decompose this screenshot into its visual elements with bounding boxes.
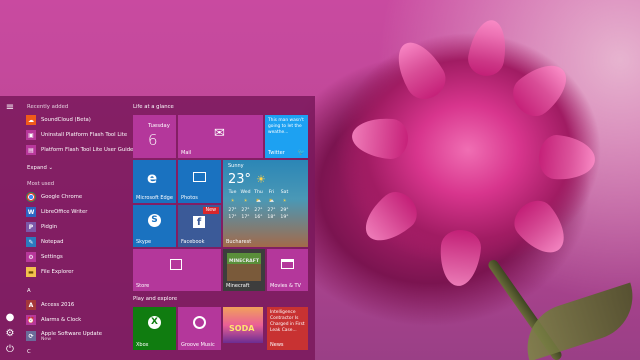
tile-minecraft[interactable]: MINECRAFT Minecraft — [223, 249, 265, 291]
weather-lows-row: 17° 17° 16° 18° 19° — [228, 215, 289, 220]
expand-link[interactable]: Expand ⌄ — [27, 165, 53, 171]
partly-cloudy-icon: ⛅ — [255, 199, 262, 204]
app-settings[interactable]: ⚙ Settings — [26, 251, 126, 263]
group-life-at-a-glance: Life at a glance — [133, 104, 174, 110]
weather-highs-row: 27° 27° 27° 27° 29° — [228, 208, 289, 213]
app-uninstall-flash-tool[interactable]: ▣ Uninstall Platform Flash Tool Lite — [26, 129, 127, 141]
tile-photos[interactable]: Photos — [178, 160, 221, 203]
soundcloud-icon: ☁ — [26, 115, 36, 125]
user-icon[interactable]: ● — [4, 312, 16, 324]
sun-icon: ☀ — [243, 199, 248, 204]
guide-icon: ▤ — [26, 145, 36, 155]
tile-news[interactable]: Intelligence Contractor Is Charged in Fi… — [267, 307, 308, 350]
app-google-chrome[interactable]: Google Chrome — [26, 191, 126, 203]
tile-skype[interactable]: S Skype — [133, 205, 176, 247]
tile-twitter[interactable]: This man wasn't going to let the weathe.… — [265, 115, 308, 158]
app-libreoffice-writer[interactable]: W LibreOffice Writer — [26, 206, 126, 218]
uninstall-icon: ▣ — [26, 130, 36, 140]
tile-movies-tv[interactable]: Movies & TV — [267, 249, 308, 291]
app-access-2016[interactable]: A Access 2016 — [26, 299, 126, 311]
partly-cloudy-icon: ⛅ — [268, 199, 275, 204]
edge-icon: e — [147, 169, 158, 187]
tile-weather[interactable]: Sunny 23° ☀ Tue Wed Thu Fri Sat ☀ ☀ ⛅ ⛅ ☀ 27° 27°… — [223, 160, 308, 247]
app-file-explorer[interactable]: ▬ File Explorer — [26, 266, 126, 278]
store-bag-icon — [170, 259, 182, 270]
start-rail: ≡ ● ⚙ ⏻ — [0, 96, 20, 360]
pidgin-icon: P — [26, 222, 36, 232]
hamburger-menu-icon[interactable]: ≡ — [4, 102, 16, 114]
minecraft-logo: MINECRAFT — [227, 253, 261, 281]
sun-icon: ☀ — [256, 173, 266, 186]
section-recently-added: Recently added — [27, 104, 69, 110]
section-letter-a[interactable]: A — [27, 288, 31, 294]
tile-facebook[interactable]: New f Facebook — [178, 205, 221, 247]
app-list: Recently added ☁ SoundCloud (Beta) ▣ Uni… — [20, 96, 133, 360]
section-most-used: Most used — [27, 181, 55, 187]
weather-days-row: Tue Wed Thu Fri Sat — [228, 190, 289, 195]
tile-mail[interactable]: ✉ Mail — [178, 115, 263, 158]
writer-icon: W — [26, 207, 36, 217]
power-icon[interactable]: ⏻ — [4, 344, 16, 356]
access-icon: A — [26, 300, 36, 310]
start-menu: ≡ ● ⚙ ⏻ Recently added ☁ SoundCloud (Bet… — [0, 96, 315, 360]
tile-candy-crush-soda[interactable]: SODA — [223, 307, 265, 350]
tile-store[interactable]: Store — [133, 249, 221, 291]
apple-update-icon: ⟳ — [26, 331, 36, 341]
groove-disc-icon — [193, 316, 206, 329]
sun-icon: ☀ — [230, 199, 235, 204]
mail-icon: ✉ — [214, 126, 225, 141]
settings-gear-icon[interactable]: ⚙ — [4, 328, 16, 340]
section-letter-c[interactable]: C — [27, 349, 31, 355]
notepad-icon: ✎ — [26, 237, 36, 247]
twitter-bird-icon: 🐦 — [297, 149, 305, 156]
app-notepad[interactable]: ✎ Notepad — [26, 236, 126, 248]
group-play-and-explore: Play and explore — [133, 296, 178, 302]
weather-icons-row: ☀ ☀ ⛅ ⛅ ☀ — [226, 199, 306, 204]
tile-groove-music[interactable]: Groove Music — [178, 307, 221, 350]
settings-icon: ⚙ — [26, 252, 36, 262]
app-pidgin[interactable]: P Pidgin — [26, 221, 126, 233]
tile-xbox[interactable]: X Xbox — [133, 307, 176, 350]
app-flash-tool-guide[interactable]: ▤ Platform Flash Tool Lite User Guide — [26, 144, 133, 156]
sun-icon: ☀ — [282, 199, 287, 204]
xbox-icon: X — [148, 316, 161, 329]
new-badge: New — [202, 207, 219, 214]
tile-microsoft-edge[interactable]: e Microsoft Edge — [133, 160, 176, 203]
app-soundcloud[interactable]: ☁ SoundCloud (Beta) — [26, 114, 126, 126]
tile-calendar[interactable]: Tuesday 6 — [133, 115, 176, 158]
tiles-area: Life at a glance Tuesday 6 ✉ Mail This m… — [128, 96, 315, 360]
facebook-icon: f — [193, 216, 205, 228]
film-clapper-icon — [281, 259, 294, 269]
skype-icon: S — [148, 214, 161, 227]
candy-crush-soda-art: SODA — [223, 307, 263, 343]
app-apple-software-update[interactable]: ⟳ Apple Software Update New — [26, 328, 126, 344]
folder-icon: ▬ — [26, 267, 36, 277]
alarm-icon: ⏰ — [26, 315, 36, 325]
photos-icon — [193, 172, 206, 182]
app-alarms-clock[interactable]: ⏰ Alarms & Clock — [26, 314, 126, 326]
chrome-icon — [26, 192, 36, 202]
